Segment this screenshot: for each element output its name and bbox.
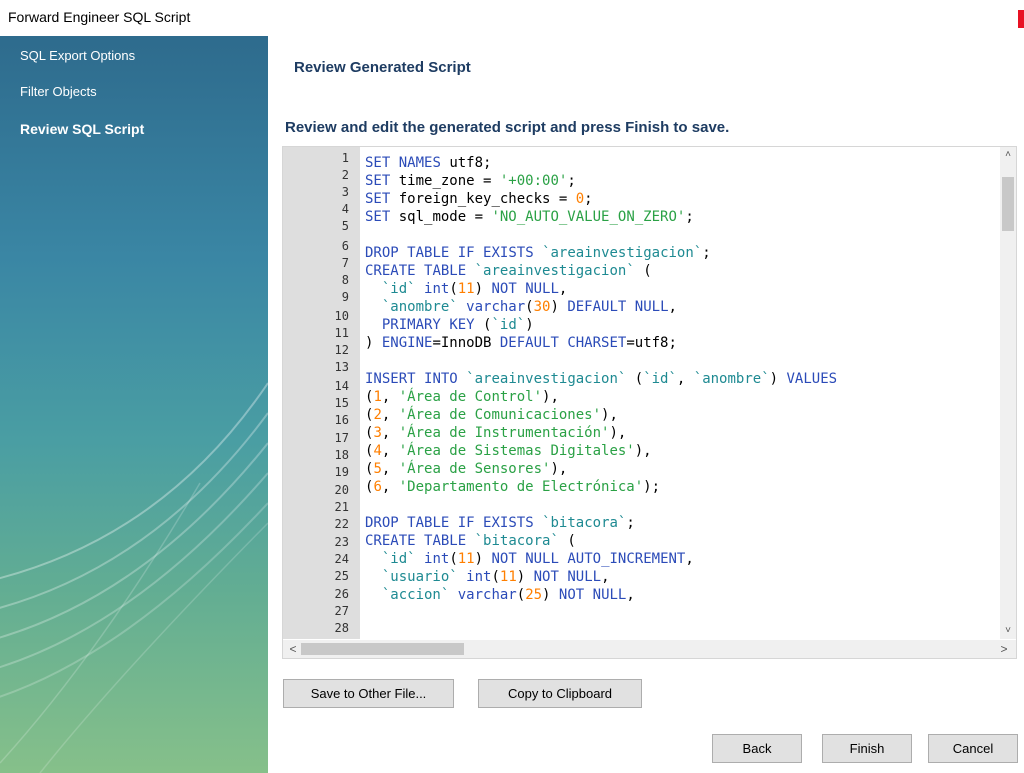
sql-script-editor[interactable]: 1 2 3 4 5 6 7 8 9 10 11 12 13 14 15 16 1…: [282, 146, 1017, 659]
line-number: 26: [334, 587, 349, 601]
vertical-scrollbar[interactable]: ˄ ˅: [1000, 147, 1016, 639]
horizontal-scroll-thumb[interactable]: [301, 643, 464, 655]
line-number: 12: [334, 343, 349, 357]
code-line: (1, 'Área de Control'),: [365, 389, 559, 405]
code-line: (4, 'Área de Sistemas Digitales'),: [365, 443, 652, 459]
line-number: 15: [334, 396, 349, 410]
line-number: 17: [334, 431, 349, 445]
code-line: DROP TABLE IF EXISTS `areainvestigacion`…: [365, 245, 711, 261]
vertical-scroll-thumb[interactable]: [1002, 177, 1014, 231]
decorative-wave-graphic: [0, 382, 268, 773]
code-line: `id` int(11) NOT NULL AUTO_INCREMENT,: [381, 551, 694, 567]
scroll-down-arrow-icon[interactable]: ˅: [1000, 623, 1016, 639]
code-line: DROP TABLE IF EXISTS `bitacora`;: [365, 515, 635, 531]
scroll-left-arrow-icon[interactable]: <: [285, 640, 301, 658]
code-line: `accion` varchar(25) NOT NULL,: [381, 587, 635, 603]
code-line: (6, 'Departamento de Electrónica');: [365, 479, 661, 495]
line-number: 14: [334, 379, 349, 393]
code-line: (3, 'Área de Instrumentación'),: [365, 425, 627, 441]
code-line: ) ENGINE=InnoDB DEFAULT CHARSET=utf8;: [365, 335, 677, 351]
sidebar-item-sql-export-options[interactable]: SQL Export Options: [20, 48, 135, 63]
line-number: 7: [341, 256, 349, 270]
window-title: Forward Engineer SQL Script: [8, 9, 191, 25]
code-line: INSERT INTO `areainvestigacion` (`id`, `…: [365, 371, 838, 387]
line-number: 25: [334, 569, 349, 583]
close-button[interactable]: [1018, 10, 1024, 28]
save-to-other-file-button[interactable]: Save to Other File...: [283, 679, 454, 708]
horizontal-scrollbar[interactable]: < >: [283, 640, 1016, 658]
code-area[interactable]: SET NAMES utf8; SET time_zone = '+00:00'…: [363, 147, 999, 639]
line-number: 9: [341, 290, 349, 304]
line-number: 3: [341, 185, 349, 199]
code-line: CREATE TABLE `areainvestigacion` (: [365, 263, 652, 279]
line-number: 4: [341, 202, 349, 216]
finish-button[interactable]: Finish: [822, 734, 912, 763]
sidebar-item-review-sql-script[interactable]: Review SQL Script: [20, 121, 144, 137]
cancel-button[interactable]: Cancel: [928, 734, 1018, 763]
sidebar: SQL Export Options Filter Objects Review…: [0, 36, 268, 773]
line-number-gutter: 1 2 3 4 5 6 7 8 9 10 11 12 13 14 15 16 1…: [283, 147, 360, 639]
scroll-right-arrow-icon[interactable]: >: [996, 640, 1012, 658]
line-number: 5: [341, 219, 349, 233]
code-line: `usuario` int(11) NOT NULL,: [381, 569, 610, 585]
line-number: 18: [334, 448, 349, 462]
line-number: 13: [334, 360, 349, 374]
line-number: 16: [334, 413, 349, 427]
line-number: 24: [334, 552, 349, 566]
line-number: 1: [341, 151, 349, 165]
scroll-up-arrow-icon[interactable]: ˄: [1000, 147, 1016, 163]
line-number: 21: [334, 500, 349, 514]
page-title: Review Generated Script: [294, 59, 471, 76]
line-number: 8: [341, 273, 349, 287]
code-line: SET NAMES utf8;: [365, 155, 492, 171]
instructions-text: Review and edit the generated script and…: [285, 119, 730, 136]
line-number: 19: [334, 465, 349, 479]
code-line: PRIMARY KEY (`id`): [381, 317, 534, 333]
code-line: `id` int(11) NOT NULL,: [381, 281, 568, 297]
line-number: 28: [334, 621, 349, 635]
line-number: 11: [334, 326, 349, 340]
code-line: `anombre` varchar(30) DEFAULT NULL,: [381, 299, 677, 315]
code-line: (2, 'Área de Comunicaciones'),: [365, 407, 618, 423]
code-line: (5, 'Área de Sensores'),: [365, 461, 568, 477]
line-number: 22: [334, 517, 349, 531]
sidebar-item-filter-objects[interactable]: Filter Objects: [20, 84, 97, 99]
line-number: 20: [334, 483, 349, 497]
line-number: 27: [334, 604, 349, 618]
copy-to-clipboard-button[interactable]: Copy to Clipboard: [478, 679, 642, 708]
code-line: CREATE TABLE `bitacora` (: [365, 533, 576, 549]
code-line: SET time_zone = '+00:00';: [365, 173, 576, 189]
line-number: 6: [341, 239, 349, 253]
title-bar: Forward Engineer SQL Script: [0, 0, 1024, 34]
code-line: SET foreign_key_checks = 0;: [365, 191, 593, 207]
line-number: 23: [334, 535, 349, 549]
line-number: 10: [334, 309, 349, 323]
code-line: SET sql_mode = 'NO_AUTO_VALUE_ON_ZERO';: [365, 209, 694, 225]
back-button[interactable]: Back: [712, 734, 802, 763]
line-number: 2: [341, 168, 349, 182]
